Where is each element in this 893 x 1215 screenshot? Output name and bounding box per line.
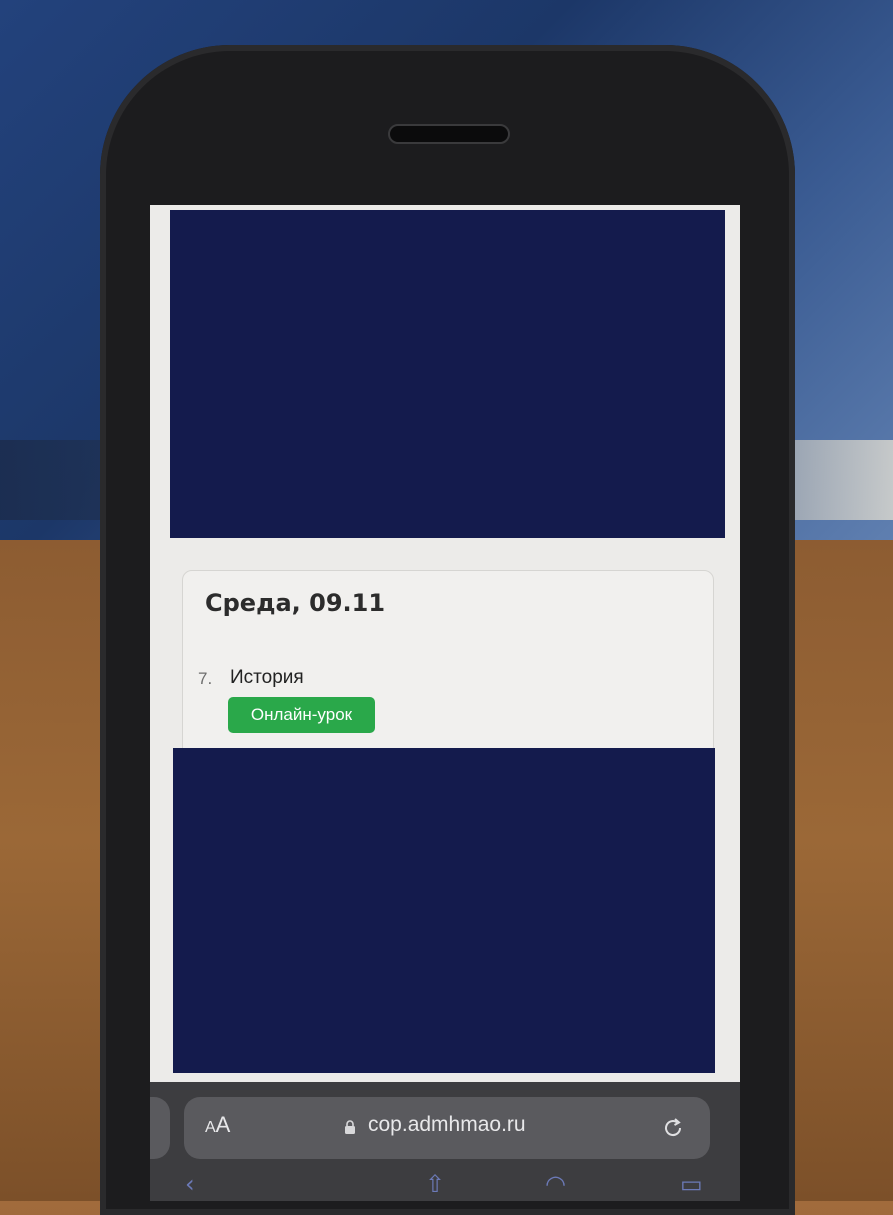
- back-arrow-icon[interactable]: ‹: [185, 1170, 195, 1198]
- tabs-icon[interactable]: ▭: [680, 1170, 703, 1198]
- bookmarks-icon[interactable]: ◠: [545, 1170, 566, 1198]
- reload-icon[interactable]: [660, 1115, 686, 1141]
- previous-tab-pill[interactable]: [150, 1097, 170, 1159]
- text-size-small-label: A: [205, 1119, 216, 1136]
- url-text[interactable]: cop.admhmao.ru: [368, 1113, 526, 1137]
- online-lesson-badge[interactable]: Онлайн-урок: [228, 697, 375, 733]
- text-size-large-label: A: [215, 1112, 231, 1137]
- phone-earpiece: [388, 124, 510, 144]
- day-title: Среда, 09.11: [205, 589, 386, 617]
- lesson-name[interactable]: История: [230, 667, 304, 689]
- share-icon[interactable]: ⇧: [425, 1170, 445, 1198]
- lock-icon: [345, 1120, 355, 1134]
- redacted-region-top: [170, 210, 725, 538]
- text-size-button[interactable]: AA: [205, 1112, 230, 1138]
- lesson-number: 7.: [198, 669, 213, 688]
- redacted-region-bottom: [173, 748, 715, 1073]
